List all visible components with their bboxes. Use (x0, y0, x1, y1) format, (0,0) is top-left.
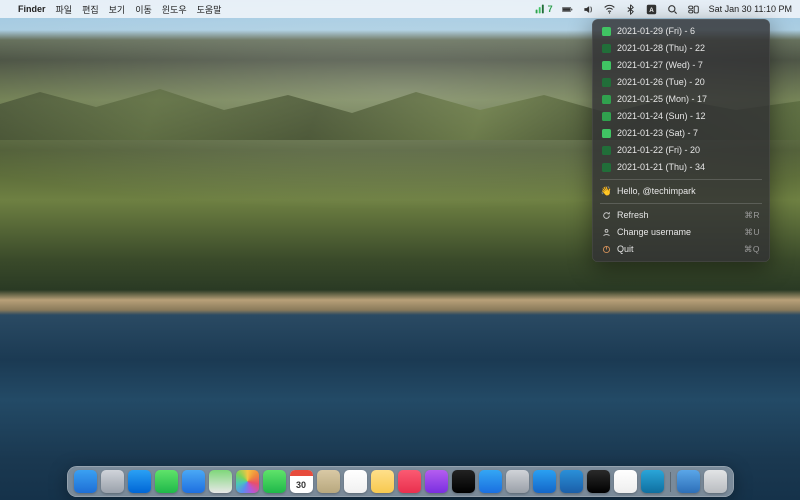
menu-go[interactable]: 이동 (135, 3, 152, 16)
contribution-row[interactable]: 2021-01-23 (Sat) - 7 (592, 125, 770, 142)
dock-separator (670, 472, 671, 492)
contribution-row[interactable]: 2021-01-25 (Mon) - 17 (592, 91, 770, 108)
dock-appstore-icon[interactable] (479, 470, 502, 493)
panel-user-text: Hello, @techimpark (617, 185, 760, 198)
dock-settings-icon[interactable] (506, 470, 529, 493)
menu-file[interactable]: 파일 (56, 3, 73, 16)
dock-container: 30 (0, 466, 800, 497)
dock-xcode-icon[interactable] (533, 470, 556, 493)
panel-user-row: 👋 Hello, @techimpark (592, 183, 770, 200)
contribution-row[interactable]: 2021-01-22 (Fri) - 20 (592, 142, 770, 159)
contribution-row[interactable]: 2021-01-27 (Wed) - 7 (592, 57, 770, 74)
dock-iterm-icon[interactable] (587, 470, 610, 493)
dock-music-icon[interactable] (398, 470, 421, 493)
contribution-row[interactable]: 2021-01-29 (Fri) - 6 (592, 23, 770, 40)
dock-safari-icon[interactable] (128, 470, 151, 493)
wifi-icon[interactable] (604, 3, 616, 15)
menu-bar: Finder 파일 편집 보기 이동 윈도우 도움말 7 A (0, 0, 800, 18)
contribution-text: 2021-01-29 (Fri) - 6 (617, 25, 760, 38)
refresh-action[interactable]: Refresh ⌘R (592, 207, 770, 224)
dock-contacts-icon[interactable] (317, 470, 340, 493)
dock-notes-icon[interactable] (371, 470, 394, 493)
user-emoji-icon: 👋 (602, 187, 611, 196)
menu-help[interactable]: 도움말 (197, 3, 222, 16)
volume-icon[interactable] (583, 3, 595, 15)
input-source-icon[interactable]: A (646, 3, 658, 15)
dock-downloads-icon[interactable] (677, 470, 700, 493)
contribution-text: 2021-01-28 (Thu) - 22 (617, 42, 760, 55)
contribution-row[interactable]: 2021-01-26 (Tue) - 20 (592, 74, 770, 91)
dock-maps-icon[interactable] (209, 470, 232, 493)
dock-vscode-icon[interactable] (560, 470, 583, 493)
svg-text:A: A (649, 6, 654, 13)
change-username-action-label: Change username (617, 226, 738, 239)
menu-window[interactable]: 윈도우 (162, 3, 187, 16)
contribution-text: 2021-01-23 (Sat) - 7 (617, 127, 760, 140)
dock-calendar-icon[interactable]: 30 (290, 470, 313, 493)
menu-clock[interactable]: Sat Jan 30 11:10 PM (709, 4, 792, 14)
dock-trash-icon[interactable] (704, 470, 727, 493)
contribution-text: 2021-01-24 (Sun) - 12 (617, 110, 760, 123)
contribution-text: 2021-01-22 (Fri) - 20 (617, 144, 760, 157)
dock-facetime-icon[interactable] (263, 470, 286, 493)
panel-separator (600, 179, 762, 180)
menubar-app-jandi[interactable]: 7 (535, 4, 553, 14)
battery-icon[interactable] (562, 3, 574, 15)
menu-view[interactable]: 보기 (109, 3, 126, 16)
dock-messages-icon[interactable] (155, 470, 178, 493)
dock-tv-icon[interactable] (452, 470, 475, 493)
control-center-icon[interactable] (688, 3, 700, 15)
contribution-row[interactable]: 2021-01-21 (Thu) - 34 (592, 159, 770, 176)
refresh-icon (602, 211, 611, 220)
refresh-action-label: Refresh (617, 209, 738, 222)
quit-action-shortcut: ⌘Q (744, 243, 760, 256)
contribution-text: 2021-01-25 (Mon) - 17 (617, 93, 760, 106)
dock-podcasts-icon[interactable] (425, 470, 448, 493)
quit-icon (602, 245, 611, 254)
bluetooth-icon[interactable] (625, 3, 637, 15)
contribution-text: 2021-01-21 (Thu) - 34 (617, 161, 760, 174)
spotlight-icon[interactable] (667, 3, 679, 15)
change-icon (602, 228, 611, 237)
quit-action[interactable]: Quit ⌘Q (592, 241, 770, 258)
dock: 30 (67, 466, 734, 497)
contribution-text: 2021-01-27 (Wed) - 7 (617, 59, 760, 72)
dock-anki-icon[interactable] (641, 470, 664, 493)
refresh-action-shortcut: ⌘R (744, 209, 760, 222)
dock-reminders-icon[interactable] (344, 470, 367, 493)
menubar-app-count: 7 (548, 4, 553, 14)
quit-action-label: Quit (617, 243, 738, 256)
dock-mail-icon[interactable] (182, 470, 205, 493)
contribution-row[interactable]: 2021-01-28 (Thu) - 22 (592, 40, 770, 57)
contribution-row[interactable]: 2021-01-24 (Sun) - 12 (592, 108, 770, 125)
panel-separator (600, 203, 762, 204)
change-username-action-shortcut: ⌘U (744, 226, 760, 239)
dock-photos-icon[interactable] (236, 470, 259, 493)
menubar-dropdown: 2021-01-29 (Fri) - 6 2021-01-28 (Thu) - 2… (592, 19, 770, 262)
app-menu[interactable]: Finder (18, 4, 46, 14)
contribution-text: 2021-01-26 (Tue) - 20 (617, 76, 760, 89)
dock-finder-icon[interactable] (74, 470, 97, 493)
dock-launchpad-icon[interactable] (101, 470, 124, 493)
dock-notion-icon[interactable] (614, 470, 637, 493)
menu-edit[interactable]: 편집 (82, 3, 99, 16)
change-username-action[interactable]: Change username ⌘U (592, 224, 770, 241)
